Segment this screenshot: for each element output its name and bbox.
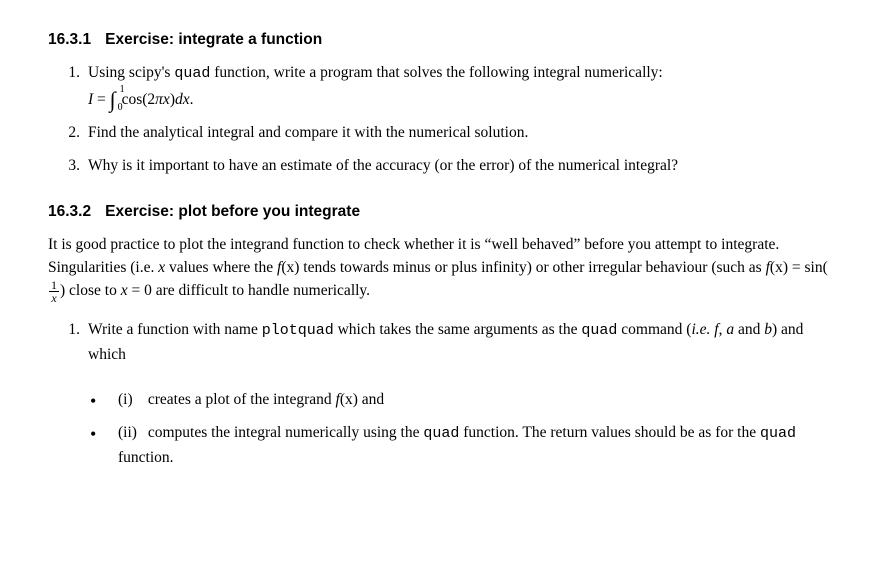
list-item: 1. Using scipy's quad function, write a … xyxy=(76,61,828,111)
item-text: Using scipy's quad function, write a pro… xyxy=(88,64,663,81)
code-quad: quad xyxy=(423,425,459,442)
code-quad: quad xyxy=(581,322,617,339)
integral-expression: I = ∫10 cos(2πx)dx. xyxy=(88,88,828,111)
intro-paragraph: It is good practice to plot the integran… xyxy=(48,233,828,305)
item-number: 2. xyxy=(60,121,80,144)
roman-numeral: (ii) xyxy=(118,421,144,444)
list-item: 2. Find the analytical integral and comp… xyxy=(76,121,828,144)
fraction: 1x xyxy=(49,279,59,304)
subsection-title-1: Exercise: integrate a function xyxy=(105,31,322,48)
exercise-list-2: 1. Write a function with name plotquad w… xyxy=(48,318,828,366)
code-quad: quad xyxy=(760,425,796,442)
subsection-heading-2: 16.3.2 Exercise: plot before you integrat… xyxy=(48,200,828,223)
bullet-item: (ii) computes the integral numerically u… xyxy=(90,421,828,469)
bullet-item: (i) creates a plot of the integrand f(x)… xyxy=(90,388,828,411)
subsection-number-2: 16.3.2 xyxy=(48,203,91,220)
item-text: Write a function with name plotquad whic… xyxy=(88,321,803,363)
code-plotquad: plotquad xyxy=(262,322,334,339)
item-number: 1. xyxy=(60,61,80,84)
list-item: 3. Why is it important to have an estima… xyxy=(76,154,828,177)
roman-numeral: (i) xyxy=(118,388,144,411)
code-quad: quad xyxy=(174,65,210,82)
exercise-list-1: 1. Using scipy's quad function, write a … xyxy=(48,61,828,177)
item-number: 3. xyxy=(60,154,80,177)
sub-bullet-list: (i) creates a plot of the integrand f(x)… xyxy=(48,388,828,469)
subsection-number-1: 16.3.1 xyxy=(48,31,91,48)
subsection-title-2: Exercise: plot before you integrate xyxy=(105,203,360,220)
item-text: Find the analytical integral and compare… xyxy=(88,124,528,141)
integral-symbol: ∫10 xyxy=(110,88,116,111)
list-item: 1. Write a function with name plotquad w… xyxy=(76,318,828,366)
item-text: Why is it important to have an estimate … xyxy=(88,157,678,174)
subsection-heading-1: 16.3.1 Exercise: integrate a function xyxy=(48,28,828,51)
item-number: 1. xyxy=(60,318,80,341)
